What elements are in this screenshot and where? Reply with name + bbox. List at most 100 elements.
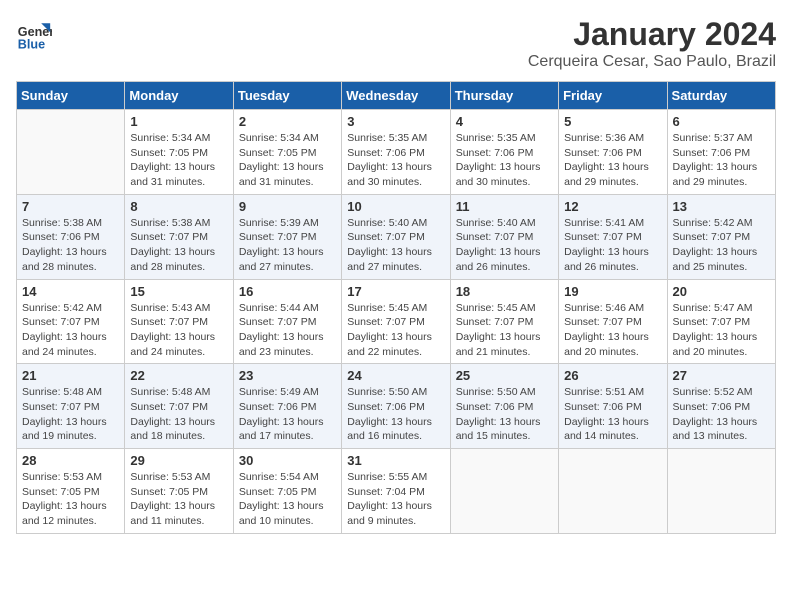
- calendar-cell: [450, 449, 558, 534]
- title-block: January 2024 Cerqueira Cesar, Sao Paulo,…: [528, 16, 776, 71]
- calendar-cell: 10Sunrise: 5:40 AMSunset: 7:07 PMDayligh…: [342, 194, 450, 279]
- calendar-week-row: 1 Sunrise: 5:34 AMSunset: 7:05 PMDaylight…: [17, 110, 776, 195]
- calendar-cell: [559, 449, 667, 534]
- page-subtitle: Cerqueira Cesar, Sao Paulo, Brazil: [528, 53, 776, 71]
- day-info: Sunrise: 5:50 AMSunset: 7:06 PMDaylight:…: [347, 385, 444, 444]
- logo-icon: General Blue: [16, 16, 52, 52]
- calendar-cell: 16 Sunrise: 5:44 AMSunset: 7:07 PMDayligh…: [233, 279, 341, 364]
- calendar-cell: 8 Sunrise: 5:38 AMSunset: 7:07 PMDaylight…: [125, 194, 233, 279]
- weekday-header: Tuesday: [233, 82, 341, 110]
- calendar-cell: 2 Sunrise: 5:34 AMSunset: 7:05 PMDaylight…: [233, 110, 341, 195]
- calendar-cell: 17 Sunrise: 5:45 AMSunset: 7:07 PMDayligh…: [342, 279, 450, 364]
- calendar-cell: 11 Sunrise: 5:40 AMSunset: 7:07 PMDayligh…: [450, 194, 558, 279]
- day-number: 19: [564, 284, 661, 299]
- day-info: Sunrise: 5:48 AMSunset: 7:07 PMDaylight:…: [22, 385, 119, 444]
- weekday-header: Monday: [125, 82, 233, 110]
- calendar-cell: 5Sunrise: 5:36 AMSunset: 7:06 PMDaylight…: [559, 110, 667, 195]
- day-info: Sunrise: 5:41 AMSunset: 7:07 PMDaylight:…: [564, 216, 661, 275]
- calendar-cell: 4Sunrise: 5:35 AMSunset: 7:06 PMDaylight…: [450, 110, 558, 195]
- day-number: 16: [239, 284, 336, 299]
- day-number: 13: [673, 199, 770, 214]
- day-number: 17: [347, 284, 444, 299]
- day-info: Sunrise: 5:39 AMSunset: 7:07 PMDaylight:…: [239, 216, 336, 275]
- calendar-cell: 29 Sunrise: 5:53 AMSunset: 7:05 PMDayligh…: [125, 449, 233, 534]
- day-number: 2: [239, 114, 336, 129]
- calendar-cell: 30 Sunrise: 5:54 AMSunset: 7:05 PMDayligh…: [233, 449, 341, 534]
- calendar-cell: [667, 449, 775, 534]
- day-number: 9: [239, 199, 336, 214]
- logo: General Blue: [16, 16, 52, 52]
- weekday-header: Saturday: [667, 82, 775, 110]
- day-number: 4: [456, 114, 553, 129]
- day-info: Sunrise: 5:45 AMSunset: 7:07 PMDaylight:…: [456, 301, 553, 360]
- calendar-cell: [17, 110, 125, 195]
- day-info: Sunrise: 5:43 AMSunset: 7:07 PMDaylight:…: [130, 301, 227, 360]
- calendar-cell: 14 Sunrise: 5:42 AMSunset: 7:07 PMDayligh…: [17, 279, 125, 364]
- calendar-table: SundayMondayTuesdayWednesdayThursdayFrid…: [16, 81, 776, 534]
- calendar-cell: 24 Sunrise: 5:50 AMSunset: 7:06 PMDayligh…: [342, 364, 450, 449]
- calendar-cell: 26Sunrise: 5:51 AMSunset: 7:06 PMDayligh…: [559, 364, 667, 449]
- day-number: 22: [130, 368, 227, 383]
- calendar-cell: 1 Sunrise: 5:34 AMSunset: 7:05 PMDaylight…: [125, 110, 233, 195]
- day-number: 11: [456, 199, 553, 214]
- day-info: Sunrise: 5:42 AMSunset: 7:07 PMDaylight:…: [22, 301, 119, 360]
- calendar-week-row: 14 Sunrise: 5:42 AMSunset: 7:07 PMDayligh…: [17, 279, 776, 364]
- day-info: Sunrise: 5:48 AMSunset: 7:07 PMDaylight:…: [130, 385, 227, 444]
- calendar-week-row: 21 Sunrise: 5:48 AMSunset: 7:07 PMDayligh…: [17, 364, 776, 449]
- calendar-cell: 18 Sunrise: 5:45 AMSunset: 7:07 PMDayligh…: [450, 279, 558, 364]
- calendar-cell: 20Sunrise: 5:47 AMSunset: 7:07 PMDayligh…: [667, 279, 775, 364]
- day-number: 8: [130, 199, 227, 214]
- day-info: Sunrise: 5:40 AMSunset: 7:07 PMDaylight:…: [456, 216, 553, 275]
- page-header: General Blue January 2024 Cerqueira Cesa…: [16, 16, 776, 71]
- day-number: 1: [130, 114, 227, 129]
- calendar-cell: 25Sunrise: 5:50 AMSunset: 7:06 PMDayligh…: [450, 364, 558, 449]
- day-info: Sunrise: 5:37 AMSunset: 7:06 PMDaylight:…: [673, 131, 770, 190]
- calendar-cell: 22 Sunrise: 5:48 AMSunset: 7:07 PMDayligh…: [125, 364, 233, 449]
- day-info: Sunrise: 5:34 AMSunset: 7:05 PMDaylight:…: [239, 131, 336, 190]
- day-info: Sunrise: 5:34 AMSunset: 7:05 PMDaylight:…: [130, 131, 227, 190]
- day-info: Sunrise: 5:49 AMSunset: 7:06 PMDaylight:…: [239, 385, 336, 444]
- calendar-cell: 19Sunrise: 5:46 AMSunset: 7:07 PMDayligh…: [559, 279, 667, 364]
- day-number: 5: [564, 114, 661, 129]
- day-info: Sunrise: 5:42 AMSunset: 7:07 PMDaylight:…: [673, 216, 770, 275]
- day-info: Sunrise: 5:35 AMSunset: 7:06 PMDaylight:…: [347, 131, 444, 190]
- day-number: 29: [130, 453, 227, 468]
- day-number: 27: [673, 368, 770, 383]
- day-number: 24: [347, 368, 444, 383]
- calendar-cell: 3 Sunrise: 5:35 AMSunset: 7:06 PMDaylight…: [342, 110, 450, 195]
- day-info: Sunrise: 5:47 AMSunset: 7:07 PMDaylight:…: [673, 301, 770, 360]
- day-info: Sunrise: 5:54 AMSunset: 7:05 PMDaylight:…: [239, 470, 336, 529]
- day-number: 14: [22, 284, 119, 299]
- weekday-header: Thursday: [450, 82, 558, 110]
- day-number: 6: [673, 114, 770, 129]
- calendar-cell: 7Sunrise: 5:38 AMSunset: 7:06 PMDaylight…: [17, 194, 125, 279]
- day-number: 28: [22, 453, 119, 468]
- svg-text:Blue: Blue: [18, 37, 45, 51]
- day-info: Sunrise: 5:38 AMSunset: 7:06 PMDaylight:…: [22, 216, 119, 275]
- calendar-cell: 23 Sunrise: 5:49 AMSunset: 7:06 PMDayligh…: [233, 364, 341, 449]
- weekday-header: Friday: [559, 82, 667, 110]
- calendar-cell: 13 Sunrise: 5:42 AMSunset: 7:07 PMDayligh…: [667, 194, 775, 279]
- day-info: Sunrise: 5:53 AMSunset: 7:05 PMDaylight:…: [130, 470, 227, 529]
- calendar-cell: 15Sunrise: 5:43 AMSunset: 7:07 PMDayligh…: [125, 279, 233, 364]
- day-number: 3: [347, 114, 444, 129]
- day-number: 12: [564, 199, 661, 214]
- day-number: 30: [239, 453, 336, 468]
- day-info: Sunrise: 5:53 AMSunset: 7:05 PMDaylight:…: [22, 470, 119, 529]
- day-number: 23: [239, 368, 336, 383]
- day-number: 21: [22, 368, 119, 383]
- day-info: Sunrise: 5:38 AMSunset: 7:07 PMDaylight:…: [130, 216, 227, 275]
- day-info: Sunrise: 5:51 AMSunset: 7:06 PMDaylight:…: [564, 385, 661, 444]
- day-number: 18: [456, 284, 553, 299]
- calendar-cell: 9 Sunrise: 5:39 AMSunset: 7:07 PMDaylight…: [233, 194, 341, 279]
- day-info: Sunrise: 5:52 AMSunset: 7:06 PMDaylight:…: [673, 385, 770, 444]
- weekday-header: Sunday: [17, 82, 125, 110]
- day-info: Sunrise: 5:40 AMSunset: 7:07 PMDaylight:…: [347, 216, 444, 275]
- calendar-cell: 31Sunrise: 5:55 AMSunset: 7:04 PMDayligh…: [342, 449, 450, 534]
- page-title: January 2024: [528, 16, 776, 53]
- day-info: Sunrise: 5:50 AMSunset: 7:06 PMDaylight:…: [456, 385, 553, 444]
- day-info: Sunrise: 5:44 AMSunset: 7:07 PMDaylight:…: [239, 301, 336, 360]
- day-info: Sunrise: 5:45 AMSunset: 7:07 PMDaylight:…: [347, 301, 444, 360]
- day-info: Sunrise: 5:55 AMSunset: 7:04 PMDaylight:…: [347, 470, 444, 529]
- calendar-week-row: 28 Sunrise: 5:53 AMSunset: 7:05 PMDayligh…: [17, 449, 776, 534]
